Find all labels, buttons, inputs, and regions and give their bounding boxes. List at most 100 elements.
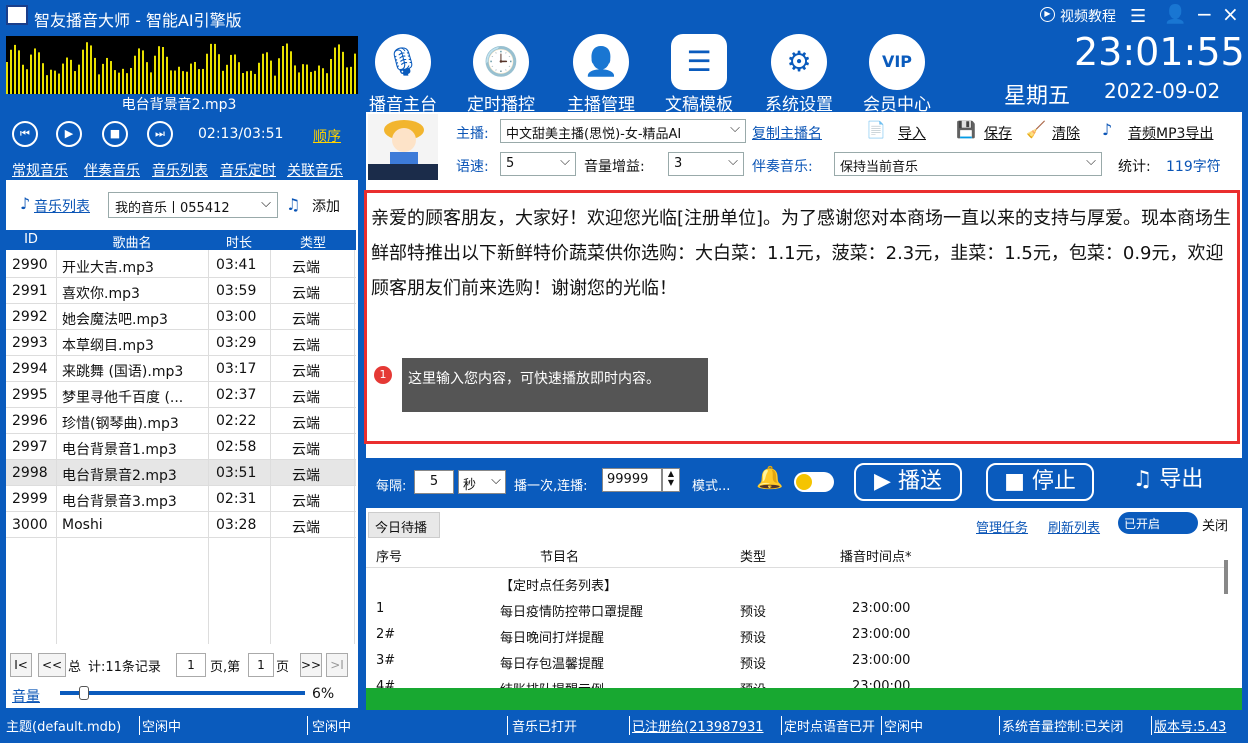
export-mp3-button[interactable]: 音频MP3导出 <box>1128 123 1213 143</box>
toolbar-broadcast-console[interactable]: 🎙 播音主台 <box>360 32 446 115</box>
volume-slider-knob[interactable] <box>78 686 89 700</box>
tab-regular-music[interactable]: 常规音乐 <box>12 160 68 180</box>
clear-button[interactable]: 清除 <box>1052 123 1080 143</box>
save-button[interactable]: 保存 <box>984 123 1012 143</box>
queue-row[interactable]: 2# 每日晚间打烊提醒 预设 23:00:00 <box>366 622 1224 648</box>
col-id[interactable]: ID <box>6 232 56 247</box>
col-no[interactable]: 序号 <box>376 546 402 565</box>
song-dur: 03:51 <box>216 465 257 481</box>
status-version[interactable]: 版本号:5.43 <box>1154 716 1240 735</box>
status-idle-3: 空闲中 <box>884 716 1000 735</box>
refresh-list-link[interactable]: 刷新列表 <box>1048 517 1100 536</box>
tab-music-timer[interactable]: 音乐定时 <box>220 160 276 180</box>
playlist-link[interactable]: 音乐列表 <box>34 196 90 216</box>
close-icon[interactable]: × <box>1222 2 1239 26</box>
song-row[interactable]: 2998 电台背景音2.mp3 03:51 云端 <box>6 460 356 486</box>
toolbar-timed-control[interactable]: 🕒 定时播控 <box>458 32 544 115</box>
spectrum-bar <box>70 59 72 94</box>
stop-button-label: 停止 <box>1031 469 1076 494</box>
spectrum-bar <box>342 51 344 94</box>
song-row[interactable]: 3000 Moshi 03:28 云端 <box>6 512 356 538</box>
grid-line <box>354 250 355 644</box>
interval-input[interactable]: 5 <box>414 470 454 494</box>
stop-broadcast-button[interactable]: ■ 停止 <box>986 463 1094 501</box>
col-program[interactable]: 节目名 <box>540 546 579 565</box>
song-row[interactable]: 2999 电台背景音3.mp3 02:31 云端 <box>6 486 356 512</box>
song-row[interactable]: 2993 本草纲目.mp3 03:29 云端 <box>6 330 356 356</box>
col-time[interactable]: 播音时间点* <box>840 546 912 565</box>
editor-content[interactable]: 亲爱的顾客朋友，大家好！欢迎您光临[注册单位]。为了感谢您对本商场一直以来的支持… <box>371 201 1233 306</box>
add-button[interactable]: 添加 <box>312 196 340 216</box>
tab-music-list[interactable]: 音乐列表 <box>152 160 208 180</box>
page-label: 页,第 <box>210 660 241 675</box>
mode-label[interactable]: 模式... <box>692 475 730 494</box>
queue-row[interactable]: 3# 每日存包温馨提醒 预设 23:00:00 <box>366 648 1224 674</box>
bell-toggle[interactable] <box>794 472 834 492</box>
song-name: 电台背景音2.mp3 <box>62 468 177 484</box>
anchor-select[interactable]: 中文甜美主播(思悦)-女-精品AI <box>500 119 746 143</box>
import-button[interactable]: 导入 <box>898 123 926 143</box>
interval-unit-select[interactable]: 秒 ⌵ <box>458 470 506 494</box>
next-page-button[interactable]: >> <box>300 653 322 677</box>
user-icon[interactable]: 👤 <box>1164 4 1186 25</box>
gain-select[interactable]: 3 <box>668 152 744 176</box>
status-registration[interactable]: 已注册给(213987931 <box>632 716 782 735</box>
tab-accompaniment[interactable]: 伴奏音乐 <box>84 160 140 180</box>
col-name[interactable]: 歌曲名 <box>56 232 208 251</box>
manage-tasks-link[interactable]: 管理任务 <box>976 517 1028 536</box>
song-row[interactable]: 2990 开业大吉.mp3 03:41 云端 <box>6 252 356 278</box>
spectrum-bar <box>110 61 112 94</box>
toolbar-system-settings[interactable]: ⚙ 系统设置 <box>756 32 842 115</box>
copy-anchor-link[interactable]: 复制主播名 <box>752 123 822 143</box>
tab-linked-music[interactable]: 关联音乐 <box>287 160 343 180</box>
queue-name: 每日疫情防控带口罩提醒 <box>500 605 644 620</box>
col-type[interactable]: 类型 <box>740 546 766 565</box>
tab-today-queue[interactable]: 今日待播 <box>368 512 440 538</box>
minimize-icon[interactable]: − <box>1196 2 1213 26</box>
spectrum-bar <box>154 55 156 94</box>
song-row[interactable]: 2992 她会魔法吧.mp3 03:00 云端 <box>6 304 356 330</box>
song-dur: 02:31 <box>216 491 257 507</box>
export-button[interactable]: ♫ 导出 <box>1118 463 1218 501</box>
repeat-stepper[interactable]: ▲ ▼ <box>662 468 680 492</box>
repeat-input[interactable]: 99999 <box>602 468 662 492</box>
play-button[interactable]: ▶ <box>56 121 82 147</box>
queue-row[interactable]: 1 每日疫情防控带口罩提醒 预设 23:00:00 <box>366 596 1224 622</box>
song-row[interactable]: 2996 珍惜(钢琴曲).mp3 02:22 云端 <box>6 408 356 434</box>
song-row[interactable]: 2995 梦里寻他千百度 (... 02:37 云端 <box>6 382 356 408</box>
toolbar-member-center[interactable]: VIP 会员中心 <box>854 32 940 115</box>
song-row[interactable]: 2997 电台背景音1.mp3 02:58 云端 <box>6 434 356 460</box>
page-current-input[interactable]: 1 <box>248 653 274 677</box>
toolbar-script-templates[interactable]: ☰ 文稿模板 <box>656 32 742 115</box>
bgm-select[interactable]: 保持当前音乐 <box>834 152 1102 176</box>
col-duration[interactable]: 时长 <box>208 232 270 251</box>
menu-icon[interactable]: ☰ <box>1130 6 1146 27</box>
spectrum-bar <box>294 65 296 94</box>
queue-row[interactable]: 4# 结账排队提醒示例 预设 23:00:00 <box>366 674 1224 688</box>
volume-slider[interactable] <box>60 691 305 695</box>
toolbar-anchor-management[interactable]: 👤 主播管理 <box>558 32 644 115</box>
song-id: 2999 <box>12 491 48 507</box>
stop-button[interactable]: ■ <box>102 121 128 147</box>
prev-track-button[interactable]: ⏮ <box>12 121 38 147</box>
last-page-button[interactable]: >I <box>326 653 348 677</box>
song-row[interactable]: 2994 来跳舞 (国语).mp3 03:17 云端 <box>6 356 356 382</box>
play-mode-toggle[interactable]: 顺序 <box>313 126 341 146</box>
next-track-button[interactable]: ⏭ <box>147 121 173 147</box>
first-page-button[interactable]: I< <box>10 653 32 677</box>
speed-select[interactable]: 5 <box>500 152 576 176</box>
stop-icon: ■ <box>1004 469 1025 494</box>
spectrum-bar <box>14 44 16 94</box>
queue-no: 4# <box>376 679 396 688</box>
broadcast-button[interactable]: ▶ 播送 <box>854 463 962 501</box>
playlist-select[interactable]: 我的音乐丨055412 ⌵ <box>108 192 278 218</box>
video-tutorial-link[interactable]: 视频教程 <box>1060 6 1116 26</box>
song-row[interactable]: 2991 喜欢你.mp3 03:59 云端 <box>6 278 356 304</box>
queue-scrollbar[interactable] <box>1224 560 1228 594</box>
spectrum-bar <box>54 70 56 94</box>
col-type[interactable]: 类型 <box>270 232 356 251</box>
clock-date: 2022-09-02 <box>1104 79 1221 103</box>
volume-label[interactable]: 音量 <box>12 686 40 706</box>
song-id: 2998 <box>12 465 48 481</box>
prev-page-button[interactable]: << <box>38 653 66 677</box>
